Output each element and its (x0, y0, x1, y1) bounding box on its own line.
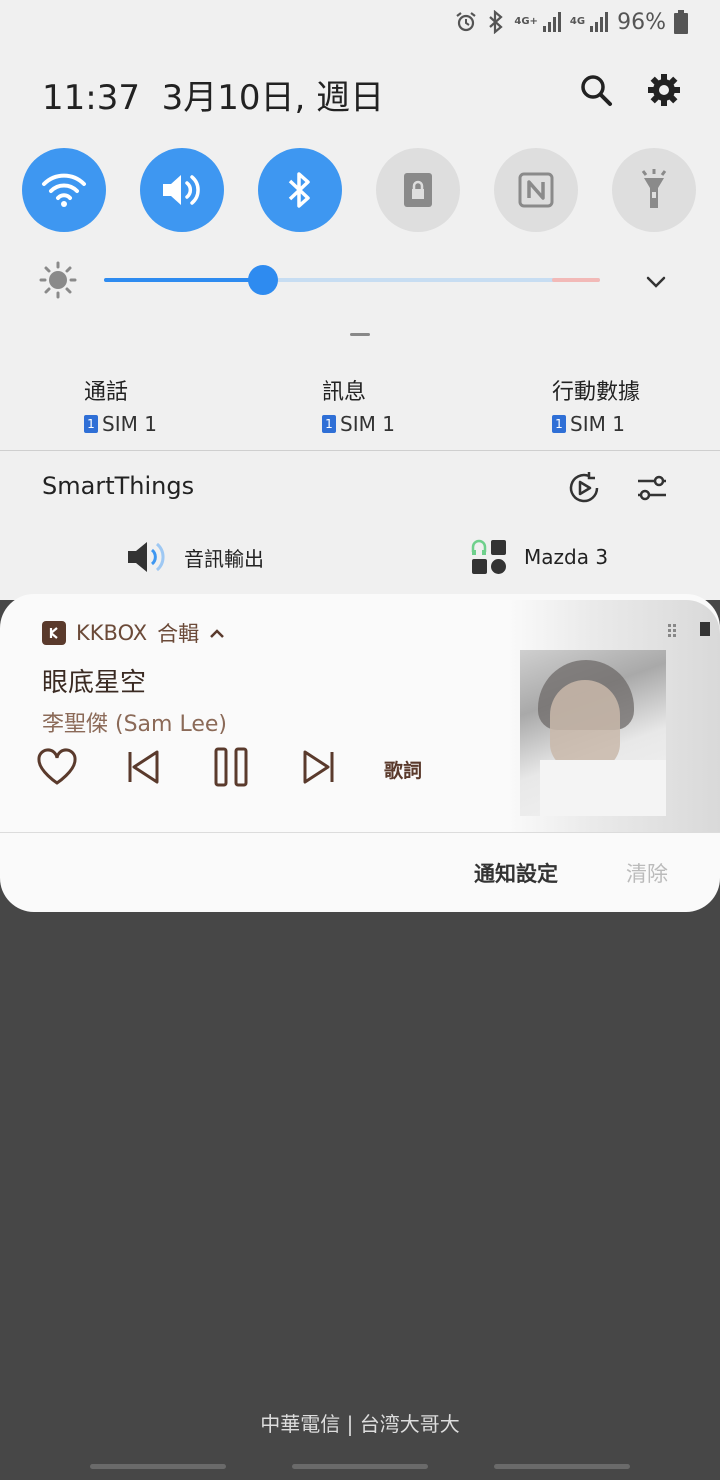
skip-previous-icon (128, 750, 159, 784)
audio-output-device[interactable]: 音訊輸出 (126, 538, 264, 576)
brightness-thumb[interactable] (247, 265, 278, 295)
brightness-fill (104, 278, 263, 282)
brightness-warm-zone (552, 278, 600, 282)
status-bar: 4G+ 4G 96% (454, 6, 688, 38)
settings-button[interactable] (644, 70, 684, 110)
car-device[interactable]: Mazda 3 (470, 538, 608, 576)
bluetooth-icon (486, 10, 506, 34)
next-button[interactable] (296, 744, 342, 790)
sim-badge: 1 (322, 415, 336, 433)
play-cycle-icon (569, 472, 599, 503)
album-badge (700, 622, 710, 636)
like-button[interactable] (34, 744, 80, 790)
previous-button[interactable] (120, 744, 166, 790)
clock-date: 11:37 3月10日, 週日 (42, 70, 384, 119)
clear-button[interactable]: 清除 (626, 858, 668, 888)
sim-label: SIM 1 (340, 412, 395, 436)
collapse-button[interactable] (209, 621, 225, 645)
flashlight-icon (641, 169, 667, 208)
speaker-icon (128, 542, 165, 572)
volume-icon (163, 175, 200, 205)
clock-time: 11:37 (42, 78, 140, 118)
flashlight-toggle[interactable] (612, 148, 696, 232)
search-icon (581, 75, 612, 106)
device-grid-icon (471, 539, 506, 574)
notification-subtext: 合輯 (157, 622, 200, 646)
drag-handle[interactable] (350, 333, 370, 336)
notification-header: KKBOX 合輯 (42, 618, 225, 648)
heart-icon (37, 748, 77, 785)
carrier-label: 中華電信 | 台湾大哥大 (260, 1412, 460, 1436)
sound-toggle[interactable] (140, 148, 224, 232)
divider (0, 832, 720, 833)
sliders-icon (638, 475, 666, 501)
divider (0, 450, 720, 451)
wifi-icon (42, 173, 86, 207)
bluetooth-toggle[interactable] (258, 148, 342, 232)
album-art-area (508, 600, 720, 832)
skip-next-icon (303, 750, 334, 784)
artist-name: 李聖傑 (Sam Lee) (42, 712, 227, 737)
notification-shade: 4G+ 4G 96% 11:37 3月10日, 週日 通話 1 SIM 1 訊息… (0, 0, 720, 600)
sim-item-title: 行動數據 (552, 380, 641, 405)
gear-icon (648, 74, 680, 106)
device-label: 音訊輸出 (184, 546, 264, 571)
signal-icon-2 (589, 11, 609, 33)
search-button[interactable] (576, 70, 616, 110)
sim-call-item[interactable]: 通話 1 SIM 1 (84, 374, 157, 436)
chevron-up-icon (210, 629, 225, 638)
nav-home[interactable] (292, 1464, 428, 1469)
kkbox-logo-icon (42, 621, 66, 645)
sim-item-title: 訊息 (322, 380, 367, 405)
sim-badge: 1 (84, 415, 98, 433)
bluetooth-icon (288, 172, 310, 208)
quick-settings-row (22, 148, 698, 234)
smartthings-settings-button[interactable] (632, 468, 672, 508)
date-label: 3月10日, 週日 (161, 78, 385, 118)
notification-settings-button[interactable]: 通知設定 (474, 858, 558, 888)
cast-icon (668, 624, 676, 637)
battery-icon (674, 10, 688, 34)
network-type-label-2: 4G (569, 16, 586, 27)
media-notification[interactable]: KKBOX 合輯 眼底星空 李聖傑 (Sam Lee) 歌詞 通知設定 清除 (0, 594, 720, 912)
alarm-icon (454, 10, 478, 34)
wifi-toggle[interactable] (22, 148, 106, 232)
device-label: Mazda 3 (524, 545, 609, 569)
sim-item-title: 通話 (84, 380, 129, 405)
sim-label: SIM 1 (102, 412, 157, 436)
nav-recents[interactable] (90, 1464, 226, 1469)
nfc-toggle[interactable] (494, 148, 578, 232)
album-cover (520, 650, 666, 816)
brightness-slider[interactable] (104, 265, 600, 295)
sim-message-item[interactable]: 訊息 1 SIM 1 (322, 374, 395, 436)
expand-brightness-button[interactable] (640, 266, 672, 298)
battery-percent: 96% (617, 9, 666, 35)
sim-data-item[interactable]: 行動數據 1 SIM 1 (552, 374, 640, 436)
rotation-lock-toggle[interactable] (376, 148, 460, 232)
network-type-label: 4G+ (514, 16, 538, 27)
lock-icon (404, 173, 432, 207)
pause-button[interactable] (208, 744, 254, 790)
pause-icon (214, 747, 248, 787)
app-name: KKBOX (76, 621, 148, 645)
lyrics-button[interactable]: 歌詞 (384, 756, 422, 783)
nfc-icon (518, 172, 554, 208)
smartthings-title: SmartThings (42, 472, 195, 500)
song-title: 眼底星空 (42, 668, 147, 698)
signal-icon (542, 11, 562, 33)
smartthings-scenes-button[interactable] (564, 468, 604, 508)
brightness-icon (38, 260, 78, 300)
chevron-down-icon (646, 276, 666, 288)
sim-badge: 1 (552, 415, 566, 433)
nav-back[interactable] (494, 1464, 630, 1469)
sim-label: SIM 1 (570, 412, 625, 436)
